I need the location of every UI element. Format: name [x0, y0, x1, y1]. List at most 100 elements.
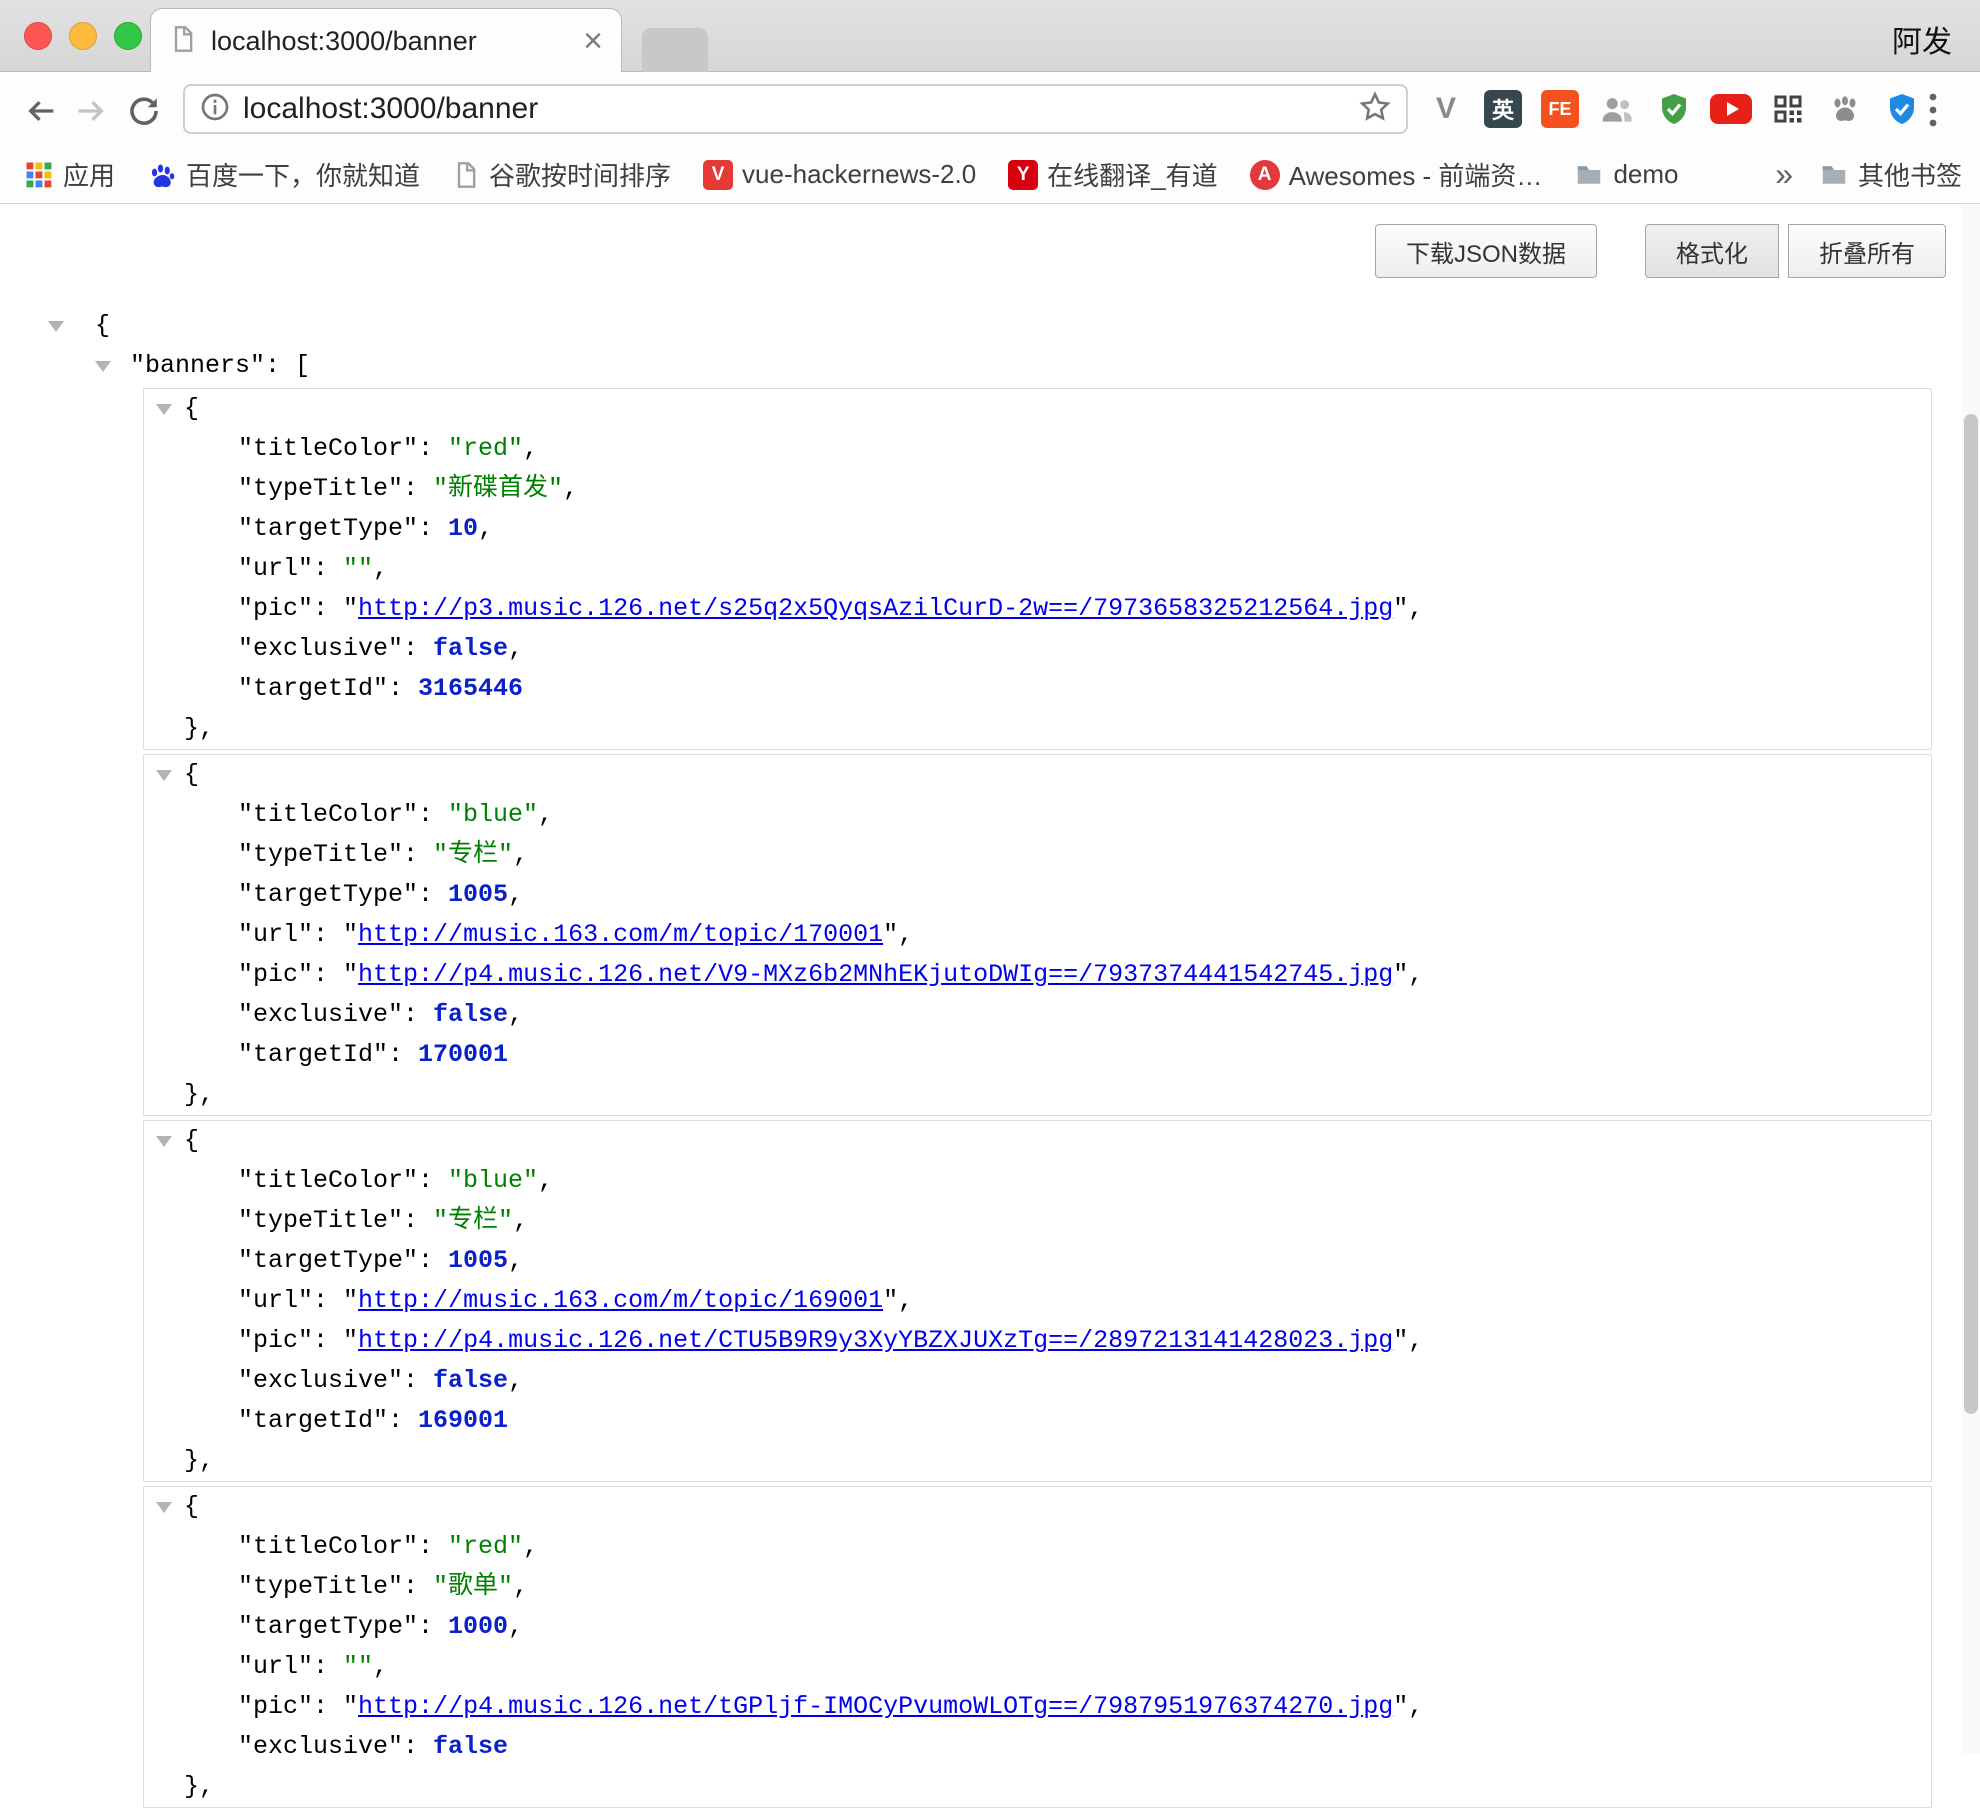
json-key: "titleColor"	[238, 800, 418, 829]
close-window-button[interactable]	[24, 22, 52, 50]
url-text[interactable]: localhost:3000/banner	[243, 92, 1358, 126]
json-link[interactable]: http://p4.music.126.net/tGPljf-IMOCyPvum…	[358, 1692, 1393, 1721]
json-punct: ",	[1393, 1692, 1423, 1721]
translate-icon[interactable]: 英	[1481, 87, 1525, 131]
tab-close-icon[interactable]: ×	[583, 24, 603, 58]
json-punct: "	[343, 1692, 358, 1721]
bookmark-item[interactable]: 谷歌按时间排序	[452, 156, 671, 193]
json-line: "titleColor": "red",	[144, 429, 1931, 469]
json-punct: {	[95, 311, 110, 340]
bookmarks-bar: 应用 百度一下，你就知道谷歌按时间排序 Vvue-hackernews-2.0 Y在线…	[0, 146, 1980, 204]
back-icon[interactable]	[18, 89, 62, 133]
json-line: {	[144, 389, 1931, 429]
json-line: "targetType": 1000,	[144, 1607, 1931, 1647]
bookmark-item[interactable]: AAwesomes - 前端资…	[1250, 156, 1543, 193]
youtube-icon[interactable]	[1709, 87, 1753, 131]
json-key: "pic"	[238, 1326, 313, 1355]
baidu-paw-icon	[147, 160, 177, 190]
json-punct: ,	[513, 1572, 528, 1601]
green-shield-icon[interactable]	[1652, 87, 1696, 131]
collapse-toggle-icon[interactable]	[48, 321, 64, 332]
json-punct: :	[418, 1246, 448, 1275]
bookmarks-right: » 其他书签	[1775, 146, 1962, 203]
json-punct: :	[403, 634, 433, 663]
bookmark-item[interactable]: Vvue-hackernews-2.0	[703, 159, 976, 190]
blue-shield-icon[interactable]	[1880, 87, 1924, 131]
qr-code-icon[interactable]	[1766, 87, 1810, 131]
json-link[interactable]: http://p3.music.126.net/s25q2x5QyqsAzilC…	[358, 594, 1393, 623]
forward-icon[interactable]	[70, 89, 114, 133]
minimize-window-button[interactable]	[69, 22, 97, 50]
json-number: false	[433, 1732, 508, 1761]
other-bookmarks-folder[interactable]: 其他书签	[1819, 156, 1962, 193]
collapse-toggle-icon[interactable]	[156, 1136, 172, 1147]
json-line: "url": "",	[144, 549, 1931, 589]
json-key: "pic"	[238, 960, 313, 989]
browser-menu-icon[interactable]	[1928, 92, 1938, 133]
collapse-toggle-icon[interactable]	[156, 404, 172, 415]
bookmark-label: 百度一下，你就知道	[186, 156, 420, 193]
vimium-icon[interactable]: V	[1424, 87, 1468, 131]
json-key: "url"	[238, 1652, 313, 1681]
contacts-icon[interactable]	[1595, 87, 1639, 131]
json-punct: :	[403, 1000, 433, 1029]
json-punct: :	[403, 474, 433, 503]
navigation-bar: localhost:3000/banner V英 FE	[0, 72, 1980, 146]
json-line: },	[144, 1075, 1931, 1115]
json-number: 169001	[418, 1406, 508, 1435]
scrollbar-thumb[interactable]	[1964, 414, 1978, 1414]
page-info-icon[interactable]	[199, 91, 231, 128]
json-object-block: {"titleColor": "blue","typeTitle": "专栏",…	[143, 1120, 1932, 1482]
bookmark-star-icon[interactable]	[1358, 90, 1392, 129]
bookmark-item[interactable]: Y在线翻译_有道	[1008, 156, 1217, 193]
fe-icon[interactable]: FE	[1538, 87, 1582, 131]
json-punct: ,	[508, 1246, 523, 1275]
json-string: "歌单"	[433, 1572, 513, 1601]
json-line: "targetType": 10,	[144, 509, 1931, 549]
json-link[interactable]: http://music.163.com/m/topic/169001	[358, 1286, 883, 1315]
json-punct: {	[184, 1492, 199, 1521]
bookmarks-items: 应用 百度一下，你就知道谷歌按时间排序 Vvue-hackernews-2.0 Y在线…	[24, 146, 1678, 203]
bookmark-item[interactable]: 百度一下，你就知道	[147, 156, 420, 193]
json-link[interactable]: http://p4.music.126.net/V9-MXz6b2MNhEKju…	[358, 960, 1393, 989]
json-key: "pic"	[238, 1692, 313, 1721]
json-punct: ",	[883, 920, 913, 949]
json-punct: :	[403, 1206, 433, 1235]
bookmarks-overflow-icon[interactable]: »	[1775, 156, 1793, 193]
json-punct: ,	[513, 1206, 528, 1235]
json-punct: :	[418, 1532, 448, 1561]
json-line: "pic": "http://p3.music.126.net/s25q2x5Q…	[144, 589, 1931, 629]
json-key: "exclusive"	[238, 1732, 403, 1761]
collapse-toggle-icon[interactable]	[156, 770, 172, 781]
reload-icon[interactable]	[122, 89, 166, 133]
address-bar[interactable]: localhost:3000/banner	[183, 84, 1408, 134]
json-string: "专栏"	[433, 1206, 513, 1235]
collapse-all-button[interactable]: 折叠所有	[1788, 224, 1946, 278]
zoom-window-button[interactable]	[114, 22, 142, 50]
json-key: "typeTitle"	[238, 1572, 403, 1601]
collapse-toggle-icon[interactable]	[95, 361, 111, 372]
json-punct: :	[418, 514, 448, 543]
scrollbar-track[interactable]	[1962, 204, 1980, 1754]
json-line: "typeTitle": "新碟首发",	[144, 469, 1931, 509]
browser-tab[interactable]: localhost:3000/banner ×	[150, 8, 622, 73]
download-json-button[interactable]: 下载JSON数据	[1375, 224, 1597, 278]
json-line: {	[144, 1487, 1931, 1527]
paw-icon[interactable]	[1823, 87, 1867, 131]
json-link[interactable]: http://p4.music.126.net/CTU5B9R9y3XyYBZX…	[358, 1326, 1393, 1355]
bookmark-item[interactable]: 应用	[24, 156, 115, 193]
other-bookmarks-label: 其他书签	[1858, 156, 1962, 193]
format-button[interactable]: 格式化	[1645, 224, 1779, 278]
bookmark-item[interactable]: demo	[1574, 159, 1678, 190]
json-punct: ,	[513, 840, 528, 869]
new-tab-button[interactable]	[642, 28, 708, 72]
json-punct: ,	[538, 800, 553, 829]
folder-icon	[1819, 160, 1849, 190]
extensions-row: V英 FE	[1424, 84, 1924, 134]
json-punct: :	[418, 434, 448, 463]
json-link[interactable]: http://music.163.com/m/topic/170001	[358, 920, 883, 949]
collapse-toggle-icon[interactable]	[156, 1502, 172, 1513]
browser-profile-name[interactable]: 阿发	[1892, 17, 1952, 61]
json-punct: :	[313, 1326, 343, 1355]
json-punct: {	[184, 394, 199, 423]
